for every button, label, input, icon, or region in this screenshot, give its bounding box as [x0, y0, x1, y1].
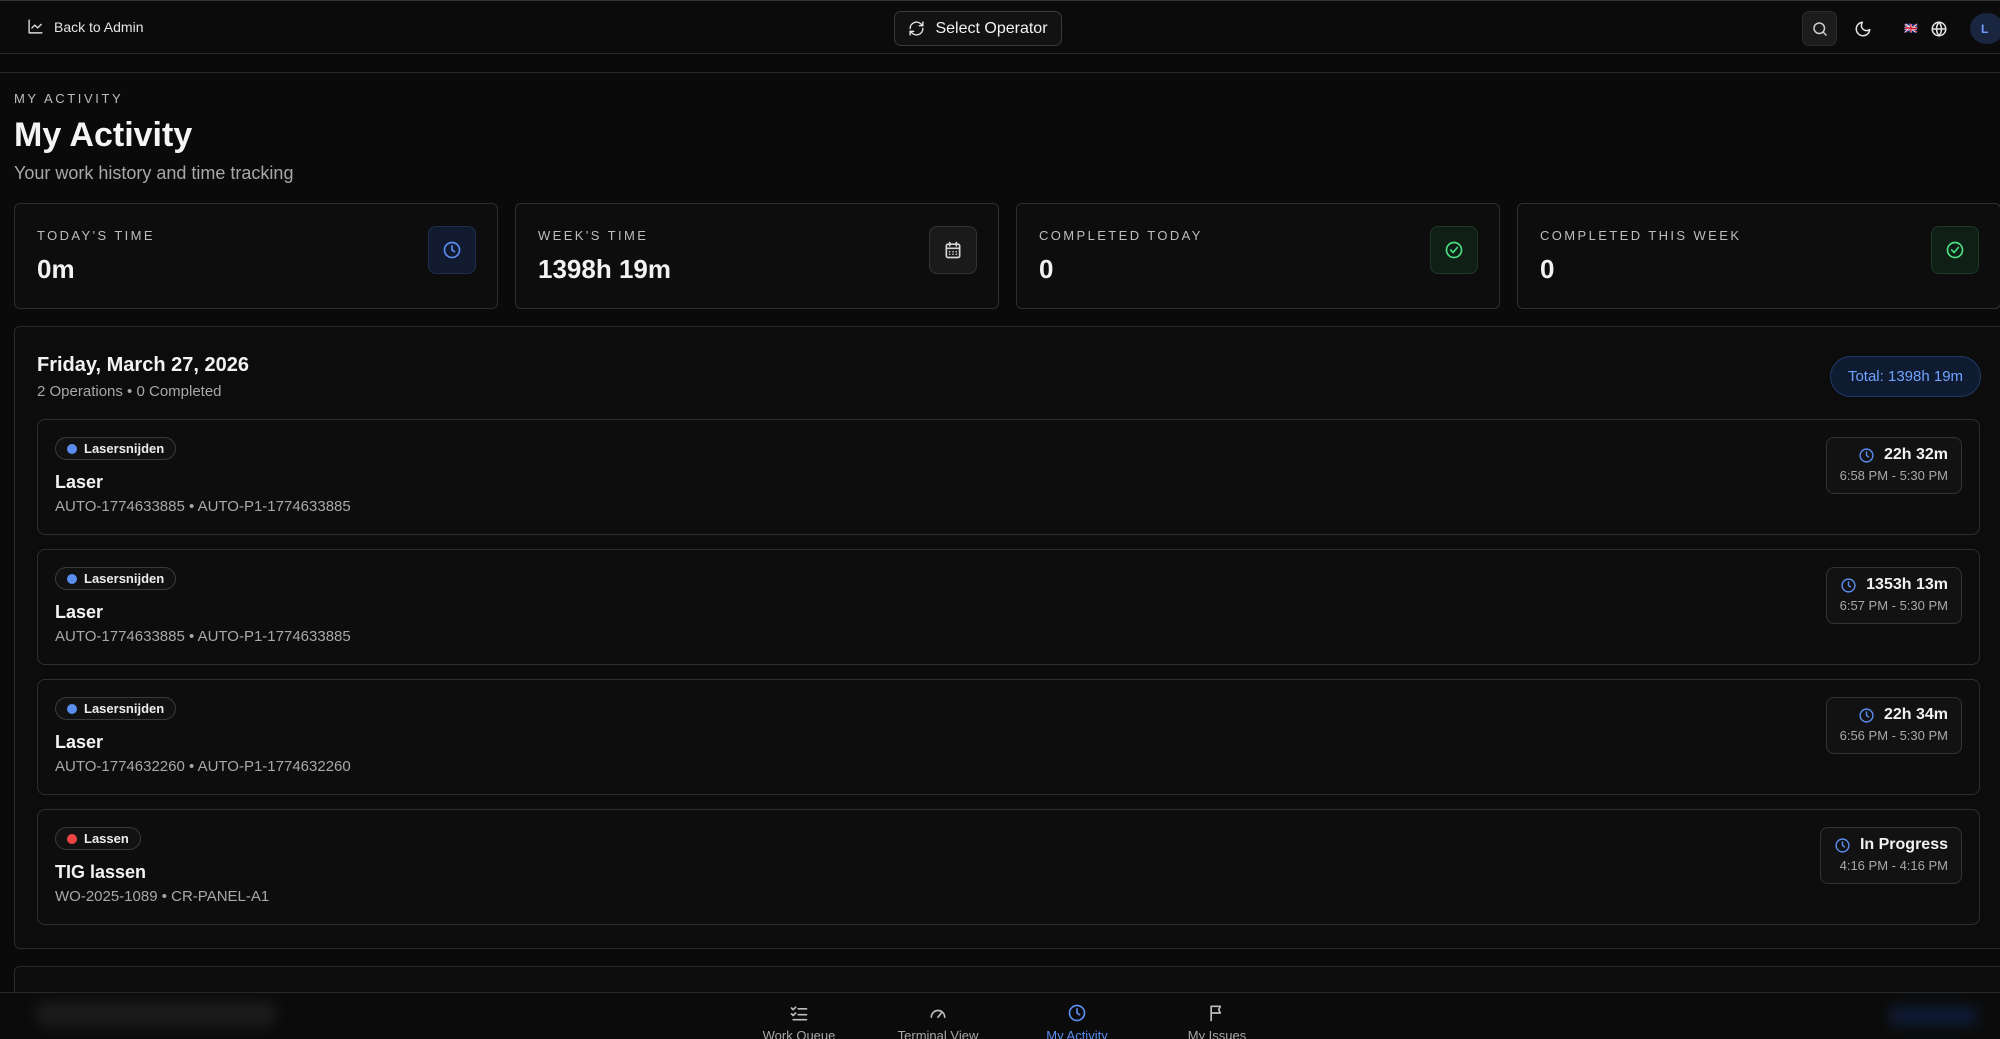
category-label: Lasersnijden: [84, 701, 165, 716]
nav-my-issues[interactable]: My Issues: [1157, 1003, 1277, 1039]
clock-icon: [443, 241, 461, 259]
search-icon: [1812, 21, 1827, 36]
select-operator-button[interactable]: Select Operator: [894, 11, 1062, 46]
duration-box: In Progress 4:16 PM - 4:16 PM: [1819, 827, 1962, 884]
duration-box: 22h 34m 6:56 PM - 5:30 PM: [1825, 697, 1962, 754]
blurred-action: [1888, 1005, 1978, 1027]
blurred-operator-info: [36, 1001, 276, 1027]
clock-icon: [1068, 1004, 1086, 1022]
stat-value: 0: [1540, 254, 1555, 284]
category-badge: Lasersnijden: [55, 697, 177, 720]
search-button[interactable]: [1802, 11, 1837, 46]
bottom-nav: Work Queue Terminal View My Activity My …: [0, 992, 2000, 1039]
stat-value: 0: [1039, 254, 1054, 284]
category-badge: Lasersnijden: [55, 437, 177, 460]
category-dot: [67, 443, 77, 454]
nav-label: My Issues: [1187, 1028, 1247, 1039]
calendar-icon: [945, 241, 961, 259]
nav-my-activity[interactable]: My Activity: [1017, 1003, 1137, 1039]
stat-card-todays-time: TODAY'S TIME 0m: [14, 203, 498, 309]
stat-card-weeks-time: WEEK'S TIME 1398h 19m: [515, 203, 999, 309]
page-subtitle: Your work history and time tracking: [14, 163, 294, 183]
check-circle-icon: [1445, 241, 1463, 259]
duration-value: 22h 32m: [1883, 446, 1948, 463]
clock-icon: [1835, 837, 1850, 853]
category-dot: [67, 833, 77, 844]
category-label: Lassen: [84, 831, 129, 846]
operation-name: Laser: [55, 732, 104, 752]
list-check-icon: [790, 1006, 808, 1021]
stat-label: TODAY'S TIME: [37, 228, 155, 243]
operation-refs: AUTO-1774633885 • AUTO-P1-1774633885: [55, 628, 351, 645]
admin-icon: [28, 19, 43, 34]
category-badge: Lassen: [55, 827, 141, 850]
nav-label: My Activity: [1046, 1028, 1108, 1039]
user-avatar[interactable]: L: [1970, 13, 2000, 44]
day-summary: 2 Operations • 0 Completed: [37, 383, 222, 400]
gauge-icon: [930, 1009, 946, 1018]
nav-label: Work Queue: [762, 1028, 836, 1039]
time-range: 4:16 PM - 4:16 PM: [1839, 858, 1948, 873]
page-title: My Activity: [14, 116, 193, 154]
operation-row[interactable]: Lassen TIG lassen WO-2025-1089 • CR-PANE…: [37, 809, 1980, 925]
clock-icon: [1859, 447, 1874, 463]
nav-work-queue[interactable]: Work Queue: [739, 1003, 859, 1039]
category-dot: [67, 573, 77, 584]
day-total-badge: Total: 1398h 19m: [1830, 356, 1981, 397]
day-title: Friday, March 27, 2026: [37, 354, 249, 376]
stat-label: COMPLETED TODAY: [1039, 228, 1203, 243]
select-operator-label: Select Operator: [935, 19, 1048, 37]
stat-value: 0m: [37, 254, 75, 284]
operation-name: Laser: [55, 602, 104, 622]
language-flag[interactable]: 🇬🇧: [1900, 20, 1922, 36]
back-to-admin-label: Back to Admin: [54, 18, 144, 35]
stat-icon-box: [929, 226, 977, 274]
operation-name: TIG lassen: [55, 862, 147, 882]
page-eyebrow: MY ACTIVITY: [14, 91, 124, 106]
top-bar: Back to Admin Select Operator 🇬🇧 L: [0, 0, 2000, 54]
operation-row[interactable]: Lasersnijden Laser AUTO-1774633885 • AUT…: [37, 549, 1980, 665]
time-range: 6:56 PM - 5:30 PM: [1839, 728, 1948, 743]
duration-value: In Progress: [1859, 836, 1948, 853]
clock-icon: [1859, 707, 1874, 723]
theme-toggle-button[interactable]: [1845, 11, 1880, 46]
language-button[interactable]: [1921, 11, 1956, 46]
category-badge: Lasersnijden: [55, 567, 177, 590]
category-dot: [67, 703, 77, 714]
category-label: Lasersnijden: [84, 571, 165, 586]
nav-terminal-view[interactable]: Terminal View: [878, 1003, 998, 1039]
category-label: Lasersnijden: [84, 441, 165, 456]
time-range: 6:58 PM - 5:30 PM: [1839, 468, 1948, 483]
refresh-icon: [909, 21, 925, 36]
duration-value: 22h 34m: [1883, 706, 1948, 723]
stat-icon-box: [428, 226, 476, 274]
sub-header-strip: [0, 55, 2000, 73]
stat-label: COMPLETED THIS WEEK: [1540, 228, 1742, 243]
time-range: 6:57 PM - 5:30 PM: [1839, 598, 1948, 613]
flag-icon: [1210, 1005, 1222, 1022]
duration-box: 22h 32m 6:58 PM - 5:30 PM: [1825, 437, 1962, 494]
stat-value: 1398h 19m: [538, 254, 671, 284]
stat-card-completed-today: COMPLETED TODAY 0: [1016, 203, 1500, 309]
operation-refs: AUTO-1774632260 • AUTO-P1-1774632260: [55, 758, 351, 775]
operation-name: Laser: [55, 472, 104, 492]
duration-box: 1353h 13m 6:57 PM - 5:30 PM: [1825, 567, 1962, 624]
operation-refs: AUTO-1774633885 • AUTO-P1-1774633885: [55, 498, 351, 515]
day-activity-panel: Friday, March 27, 2026 2 Operations • 0 …: [14, 326, 2000, 949]
stat-icon-box: [1931, 226, 1979, 274]
globe-icon: [1931, 20, 1946, 37]
operation-refs: WO-2025-1089 • CR-PANEL-A1: [55, 888, 270, 905]
back-to-admin-link[interactable]: Back to Admin: [27, 18, 144, 35]
operation-row[interactable]: Lasersnijden Laser AUTO-1774632260 • AUT…: [37, 679, 1980, 795]
moon-icon: [1855, 21, 1870, 36]
operation-row[interactable]: Lasersnijden Laser AUTO-1774633885 • AUT…: [37, 419, 1980, 535]
stat-label: WEEK'S TIME: [538, 228, 649, 243]
stat-card-completed-this-week: COMPLETED THIS WEEK 0: [1517, 203, 2000, 309]
check-circle-icon: [1946, 241, 1964, 259]
duration-value: 1353h 13m: [1866, 576, 1948, 593]
clock-icon: [1841, 577, 1856, 593]
stat-icon-box: [1430, 226, 1478, 274]
nav-label: Terminal View: [897, 1028, 979, 1039]
